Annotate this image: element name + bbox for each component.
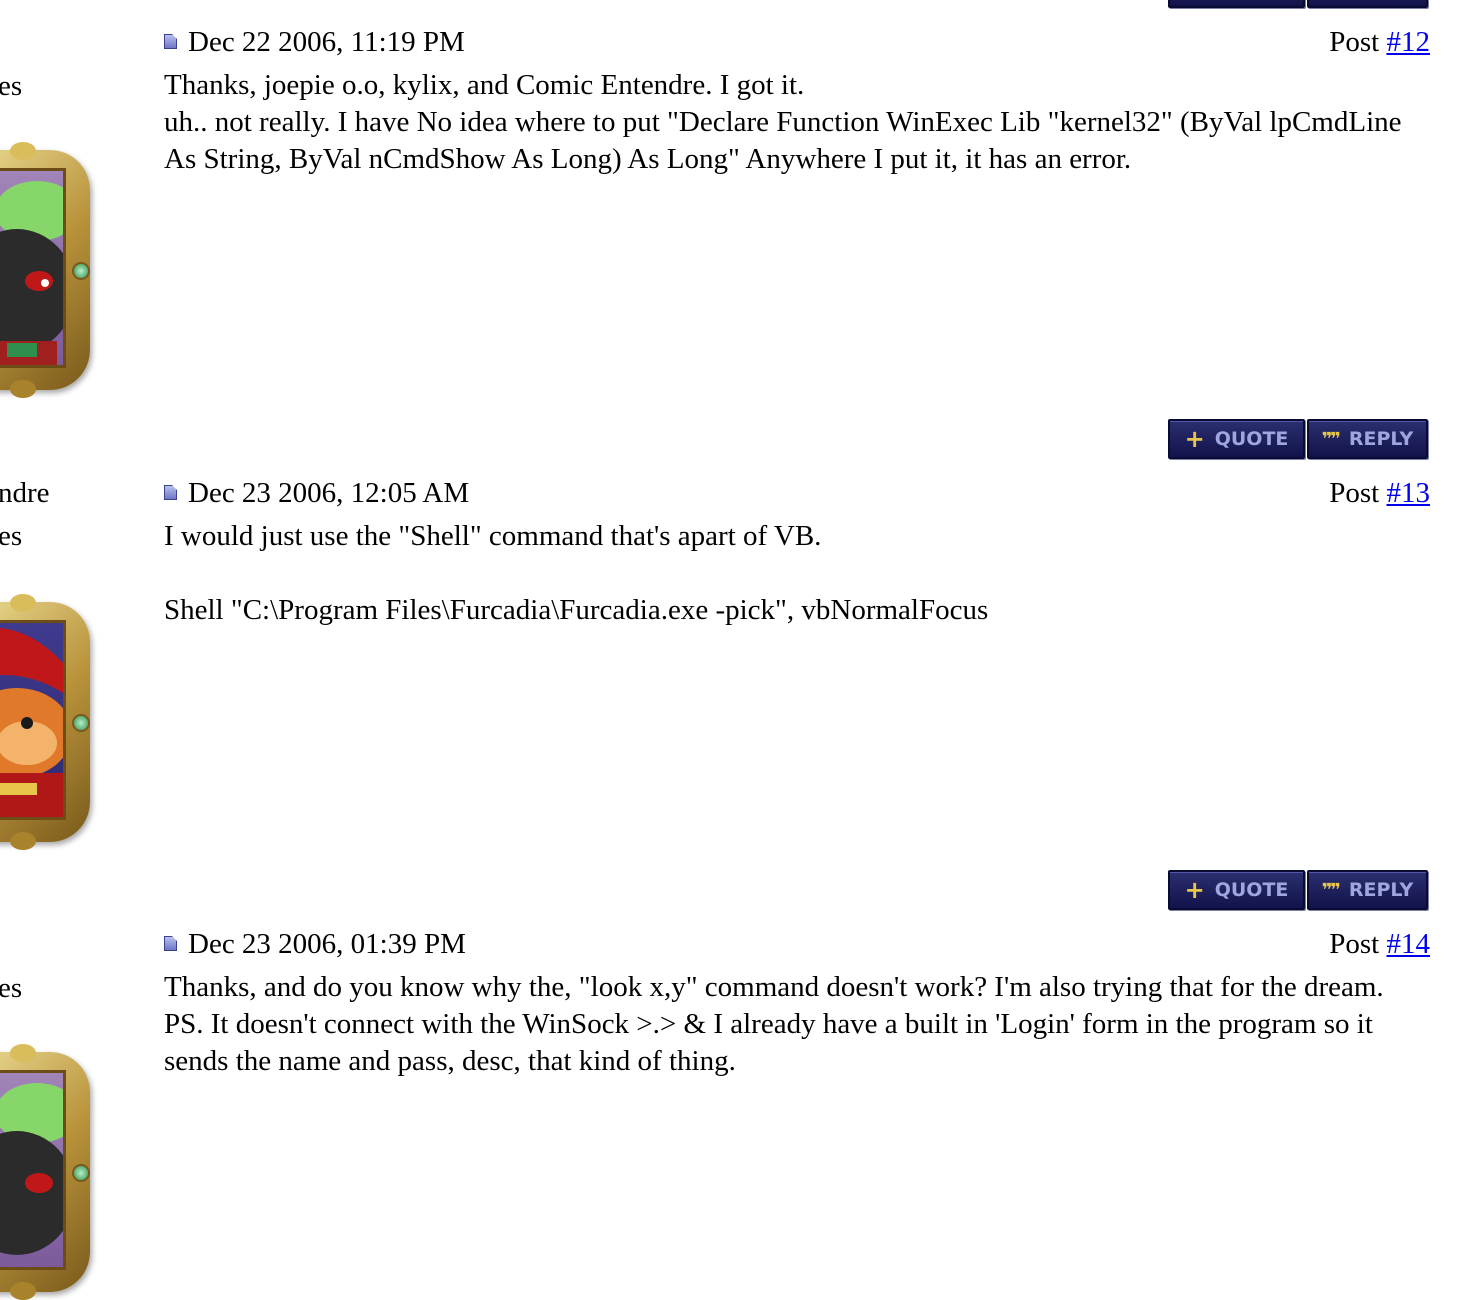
post-icon: [164, 485, 177, 500]
post-icon: [164, 936, 177, 951]
post-number: Post #14: [1329, 926, 1430, 963]
avatar: [0, 142, 90, 398]
reply-button-label: REPLY: [1348, 878, 1414, 901]
avatar: [0, 594, 90, 850]
avatar: [0, 1044, 90, 1300]
post-text-line: [164, 555, 1430, 592]
user-info-line: es: [0, 520, 23, 552]
reply-button[interactable]: [1307, 0, 1428, 8]
post-link[interactable]: #14: [1387, 928, 1431, 960]
post-text-line: Thanks, and do you know why the, "look x…: [164, 971, 1384, 1003]
plus-icon: +: [1184, 424, 1205, 453]
post-text-line: I would just use the "Shell" command tha…: [164, 520, 822, 552]
quote-button-label: QUOTE: [1214, 878, 1289, 901]
post-link[interactable]: #12: [1387, 26, 1431, 58]
post-text-line: Shell "C:\Program Files\Furcadia\Furcadi…: [164, 594, 989, 626]
post-icon: [164, 34, 177, 49]
user-info-text: es: [0, 970, 22, 1007]
user-info-text: ndre es: [0, 475, 50, 555]
post-date: Dec 22 2006, 11:19 PM: [188, 26, 465, 58]
post-body: Thanks, joepie o.o, kylix, and Comic Ent…: [164, 67, 1430, 178]
quote-mark-icon: ❞❞: [1321, 879, 1341, 901]
quote-button-label: QUOTE: [1214, 427, 1289, 450]
post-text-line: Thanks, joepie o.o, kylix, and Comic Ent…: [164, 69, 805, 101]
post-label: Post: [1329, 26, 1380, 58]
plus-icon: +: [1184, 875, 1205, 904]
user-info-line: ndre: [0, 477, 50, 509]
reply-button[interactable]: ❞❞ REPLY: [1307, 419, 1428, 459]
post-text-line: uh.. not really. I have No idea where to…: [164, 106, 1402, 175]
post-header: Dec 23 2006, 01:39 PM Post #14: [164, 926, 1430, 963]
post-text-line: PS. It doesn't connect with the WinSock …: [164, 1008, 1373, 1077]
post-link[interactable]: #13: [1387, 477, 1431, 509]
user-info-line: es: [0, 972, 23, 1004]
user-info-line: es: [0, 70, 23, 102]
reply-button-label: REPLY: [1348, 427, 1414, 450]
post-label: Post: [1329, 928, 1380, 960]
post-body: Thanks, and do you know why the, "look x…: [164, 969, 1430, 1080]
post-button-row: + QUOTE ❞❞ REPLY: [1168, 870, 1428, 912]
post-header: Dec 22 2006, 11:19 PM Post #12: [164, 24, 1430, 61]
reply-button[interactable]: ❞❞ REPLY: [1307, 870, 1428, 910]
quote-button[interactable]: + QUOTE: [1168, 419, 1305, 459]
quote-button[interactable]: [1168, 0, 1305, 8]
post-label: Post: [1329, 477, 1380, 509]
post-number: Post #12: [1329, 24, 1430, 61]
post-button-row: + QUOTE ❞❞ REPLY: [1168, 419, 1428, 461]
post-date: Dec 23 2006, 12:05 AM: [188, 477, 470, 509]
post-body: I would just use the "Shell" command tha…: [164, 518, 1430, 629]
quote-mark-icon: ❞❞: [1321, 428, 1341, 450]
post-header: Dec 23 2006, 12:05 AM Post #13: [164, 475, 1430, 512]
user-info-text: es: [0, 68, 22, 105]
quote-button[interactable]: + QUOTE: [1168, 870, 1305, 910]
top-button-row: [1168, 0, 1428, 10]
post-date: Dec 23 2006, 01:39 PM: [188, 928, 466, 960]
post-number: Post #13: [1329, 475, 1430, 512]
